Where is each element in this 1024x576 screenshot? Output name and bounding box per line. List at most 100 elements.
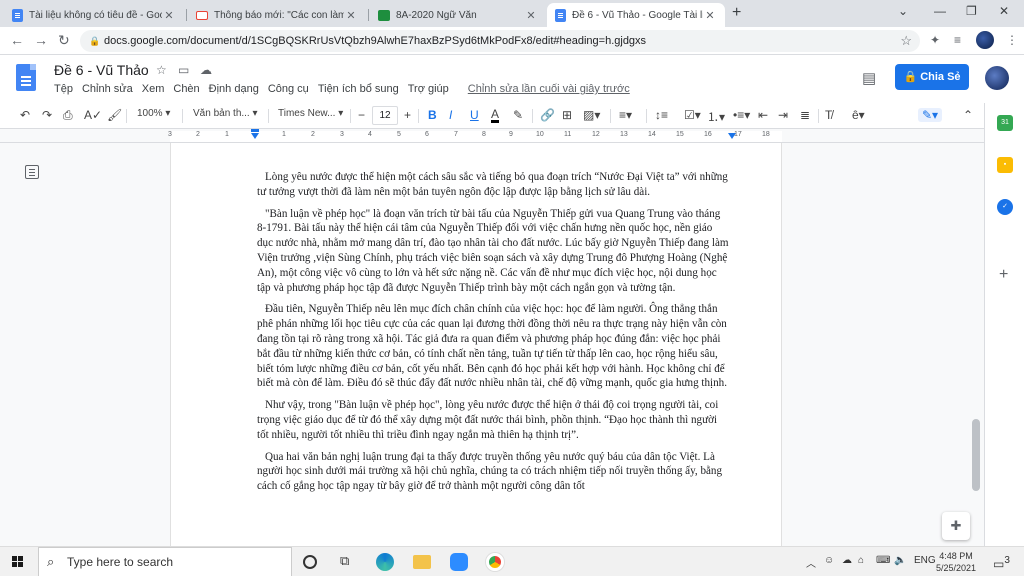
decrease-font-size-button[interactable]: − — [358, 108, 365, 122]
file-explorer-icon[interactable] — [413, 555, 431, 569]
close-window-button[interactable]: ✕ — [999, 4, 1009, 18]
people-icon[interactable]: ☺ — [824, 555, 834, 566]
close-icon[interactable]: ✕ — [162, 9, 176, 22]
taskbar-clock[interactable]: 4:48 PM 5/25/2021 — [936, 550, 976, 574]
back-icon[interactable]: ← — [10, 32, 24, 48]
menu-view[interactable]: Xem — [142, 83, 165, 95]
add-comment-icon[interactable]: ⊞ — [562, 108, 572, 122]
keep-icon[interactable]: ▪ — [997, 157, 1013, 173]
numbered-list-icon[interactable]: ⒈▾ — [707, 108, 725, 125]
menu-insert[interactable]: Chèn — [173, 83, 199, 95]
url-input[interactable]: 🔒 docs.google.com/document/d/1SCgBQSKRrU… — [80, 30, 920, 52]
network-icon[interactable]: ⌂ — [858, 555, 864, 566]
extensions-icon[interactable]: ✦ — [930, 33, 940, 47]
star-icon[interactable]: ☆ — [156, 63, 167, 77]
menu-tools[interactable]: Công cụ — [268, 83, 309, 95]
onedrive-icon[interactable]: ☁ — [842, 555, 852, 566]
windows-start-icon[interactable] — [12, 556, 24, 568]
language-bar-icon[interactable]: ⌨ — [876, 555, 890, 566]
menu-help[interactable]: Trợ giúp — [408, 83, 449, 95]
editing-mode-button[interactable]: ✎▾ — [918, 108, 943, 122]
volume-icon[interactable]: 🔈 — [894, 555, 906, 566]
left-indent-handle[interactable] — [251, 133, 259, 139]
increase-indent-icon[interactable]: ⇥ — [778, 108, 788, 122]
menu-dots-icon[interactable]: ⋮ — [1006, 33, 1018, 47]
zoom-app-icon[interactable] — [450, 553, 468, 571]
bookmark-star-icon[interactable]: ☆ — [900, 30, 912, 52]
notifications-icon[interactable]: ▭3 — [993, 555, 1010, 571]
calendar-icon[interactable]: 31 — [997, 115, 1013, 131]
menu-edit[interactable]: Chỉnh sửa — [82, 83, 133, 95]
docs-logo-icon[interactable] — [16, 64, 36, 91]
reload-icon[interactable]: ↻ — [58, 32, 70, 49]
share-button[interactable]: 🔒 Chia Sẻ — [895, 64, 969, 90]
profile-avatar[interactable] — [976, 31, 994, 49]
document-outline-icon[interactable] — [25, 165, 39, 179]
show-hidden-icons-icon[interactable]: ︿ — [806, 555, 816, 570]
italic-button[interactable]: I — [449, 108, 452, 122]
menu-format[interactable]: Định dạng — [209, 83, 259, 95]
insert-link-icon[interactable]: 🔗 — [540, 108, 555, 122]
minimize-button[interactable]: — — [934, 4, 946, 18]
taskbar-search-input[interactable]: ⌕ Type here to search — [38, 547, 292, 576]
edge-icon[interactable] — [376, 553, 394, 571]
cortana-icon[interactable] — [303, 555, 317, 569]
close-icon[interactable]: ✕ — [703, 9, 717, 22]
redo-icon[interactable]: ↷ — [42, 108, 52, 122]
browser-tab-untitled-doc[interactable]: Tài liệu không có tiêu đề - Googl ✕ — [4, 3, 184, 27]
move-folder-icon[interactable]: ▭ — [178, 63, 189, 77]
print-icon[interactable]: ⎙ — [63, 108, 73, 123]
document-title[interactable]: Đề 6 - Vũ Thảo — [54, 62, 149, 78]
zoom-select[interactable]: 100% ▾ — [137, 108, 170, 119]
cloud-status-icon[interactable]: ☁ — [200, 63, 212, 77]
browser-tab-classroom[interactable]: 8A-2020 Ngữ Văn ✕ — [370, 3, 546, 27]
document-page[interactable]: Lòng yêu nước được thể hiện một cách sâu… — [170, 143, 782, 546]
playlist-icon[interactable]: ≡ — [954, 33, 961, 47]
vertical-scrollbar[interactable] — [972, 419, 980, 491]
align-left-icon[interactable]: ≡▾ — [619, 108, 632, 122]
increase-font-size-button[interactable]: + — [404, 108, 411, 122]
browser-tab-gmail[interactable]: Thông báo mới: "Các con làm mở ✕ — [188, 3, 366, 27]
tasks-icon[interactable]: ✓ — [997, 199, 1013, 215]
hide-menus-icon[interactable]: ⌃ — [963, 108, 973, 122]
close-icon[interactable]: ✕ — [344, 9, 358, 22]
menu-file[interactable]: Tệp — [54, 83, 73, 95]
add-addon-icon[interactable]: + — [999, 266, 1008, 284]
comment-history-icon[interactable]: ▤ — [862, 69, 876, 87]
bold-button[interactable]: B — [428, 108, 437, 122]
restore-button[interactable]: ❐ — [966, 4, 977, 18]
checklist-icon[interactable]: ☑▾ — [684, 108, 701, 122]
last-edit-link[interactable]: Chỉnh sửa lần cuối vài giây trước — [468, 83, 630, 95]
task-view-icon[interactable]: ⧉ — [340, 553, 349, 569]
underline-button[interactable]: U — [470, 108, 479, 122]
forward-icon[interactable]: → — [34, 32, 48, 48]
paint-format-icon[interactable]: 🖌 — [107, 108, 122, 122]
more-icon[interactable]: ≣ — [800, 108, 810, 122]
clock-time: 4:48 PM — [939, 551, 973, 561]
close-icon[interactable]: ✕ — [524, 9, 538, 22]
undo-icon[interactable]: ↶ — [20, 108, 30, 122]
menu-addons[interactable]: Tiện ích bổ sung — [318, 83, 399, 95]
text-color-button[interactable]: A — [491, 108, 500, 123]
document-body[interactable]: Lòng yêu nước được thể hiện một cách sâu… — [257, 170, 731, 501]
font-size-input[interactable]: 12 — [372, 106, 398, 125]
account-avatar[interactable] — [985, 66, 1009, 90]
paragraph-style-select[interactable]: Văn bản th... ▾ — [193, 108, 258, 119]
font-family-select[interactable]: Times New... ▾ — [278, 108, 343, 119]
right-indent-handle[interactable] — [728, 133, 736, 139]
explore-button[interactable]: ✚ — [942, 512, 970, 540]
new-tab-button[interactable]: + — [732, 4, 741, 22]
language-indicator[interactable]: ENG — [914, 555, 936, 566]
line-spacing-icon[interactable]: ↕≡ — [655, 108, 668, 122]
first-line-indent-handle[interactable] — [251, 129, 259, 132]
tab-search-icon[interactable]: ⌄ — [898, 4, 908, 18]
chrome-icon[interactable] — [486, 553, 504, 571]
spellcheck-icon[interactable]: A✓ — [84, 108, 102, 122]
clear-formatting-icon[interactable]: T̸ — [825, 108, 832, 122]
browser-tab-de6[interactable]: Đề 6 - Vũ Thảo - Google Tài liệu ✕ — [547, 3, 725, 27]
input-tools-icon[interactable]: ê▾ — [852, 108, 865, 122]
decrease-indent-icon[interactable]: ⇤ — [758, 108, 768, 122]
insert-image-icon[interactable]: ▨▾ — [583, 108, 600, 122]
highlight-icon[interactable]: ✎ — [513, 108, 523, 122]
bulleted-list-icon[interactable]: •≡▾ — [733, 108, 750, 122]
